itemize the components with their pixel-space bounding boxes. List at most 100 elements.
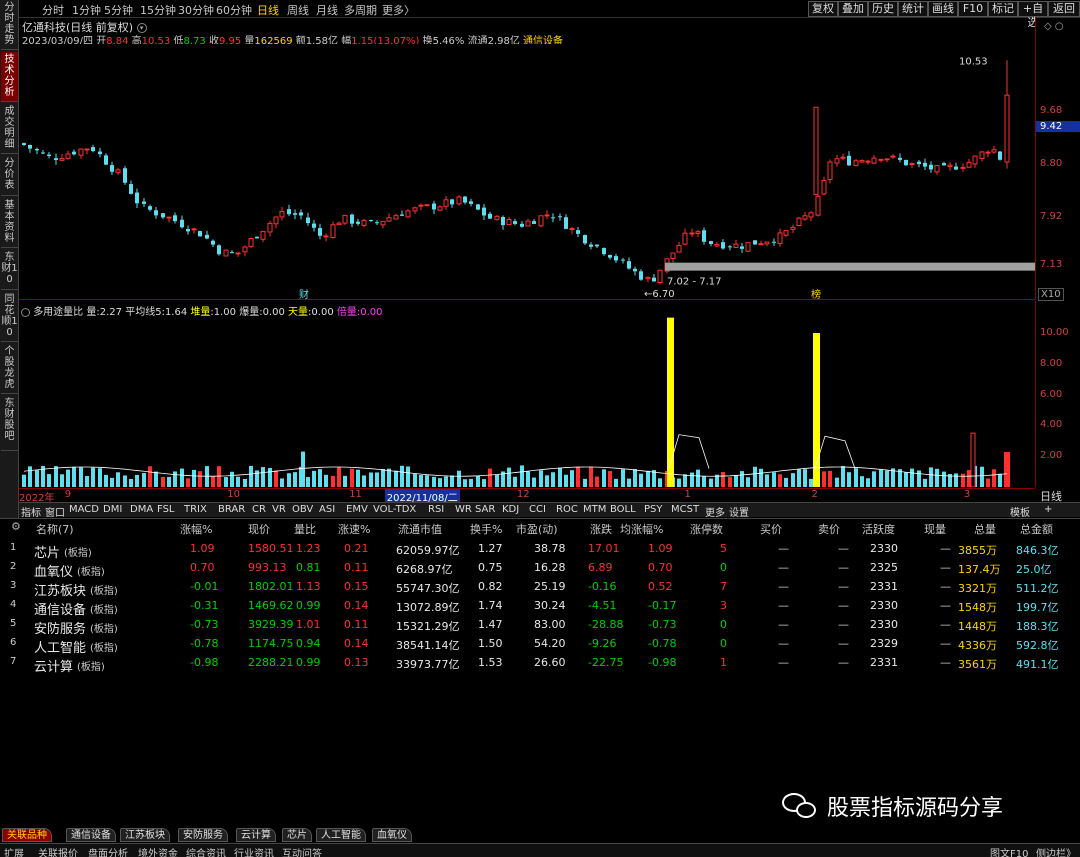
related-tab-1[interactable]: 通信设备: [66, 828, 116, 842]
related-tab-2[interactable]: 江苏板块: [120, 828, 170, 842]
indicator-tab-7[interactable]: BRAR: [218, 504, 245, 515]
left-tab-7[interactable]: 个股龙虎: [1, 344, 18, 394]
table-row[interactable]: 1 芯片 (板指) 1.09 1580.51 1.23 0.21 62059.97亿 1.27 3…: [0, 540, 1080, 561]
period-tab-5[interactable]: 60分钟: [216, 2, 252, 18]
indicator-tab-20[interactable]: MTM: [583, 504, 606, 515]
toolbar-button-7[interactable]: +自选: [1018, 1, 1048, 29]
left-tab-4[interactable]: 基本资料: [1, 198, 18, 248]
toolbar-button-4[interactable]: 画线: [928, 1, 958, 17]
column-header-15[interactable]: 总量: [974, 521, 996, 537]
indicator-tab-19[interactable]: ROC: [556, 504, 578, 515]
left-tab-5[interactable]: 东财10: [1, 250, 18, 290]
column-header-16[interactable]: 总金额: [1020, 521, 1053, 537]
indicator-tab-21[interactable]: BOLL: [610, 504, 636, 515]
period-tab-7[interactable]: 周线: [287, 2, 309, 18]
column-header-7[interactable]: 市盈(动): [516, 521, 558, 537]
indicator-tab-9[interactable]: VR: [272, 504, 286, 515]
indicator-tab-14[interactable]: RSI: [428, 504, 444, 515]
table-row[interactable]: 4 通信设备 (板指) -0.31 1469.62 0.99 0.14 13072.89亿 1.…: [0, 597, 1080, 618]
column-header-9[interactable]: 均涨幅%: [620, 521, 663, 537]
column-header-14[interactable]: 现量: [924, 521, 946, 537]
indicator-tab-25[interactable]: 设置: [729, 504, 749, 519]
column-header-4[interactable]: 涨速%: [338, 521, 370, 537]
left-tab-0[interactable]: 分时走势: [1, 0, 18, 50]
column-header-2[interactable]: 现价: [248, 521, 270, 537]
event-mark-bang[interactable]: 榜: [811, 288, 821, 301]
toolbar-button-5[interactable]: F10: [958, 1, 988, 17]
status-tab-3[interactable]: 境外资金: [138, 845, 178, 857]
indicator-tab-16[interactable]: SAR: [475, 504, 495, 515]
indicator-tab-15[interactable]: WR: [455, 504, 472, 515]
left-tab-6[interactable]: 同花顺10: [1, 292, 18, 342]
table-row[interactable]: 5 安防服务 (板指) -0.73 3929.39 1.01 0.11 15321.29亿 1.…: [0, 616, 1080, 637]
status-tab-5[interactable]: 行业资讯: [234, 845, 274, 857]
period-tab-4[interactable]: 30分钟: [178, 2, 214, 18]
f10-button[interactable]: 图文F10: [990, 845, 1028, 857]
left-tab-2[interactable]: 成交明细: [1, 104, 18, 154]
indicator-tab-1[interactable]: 窗口: [45, 504, 65, 519]
column-header-8[interactable]: 涨跌: [590, 521, 612, 537]
related-tab-7[interactable]: 血氧仪: [372, 828, 412, 842]
column-header-10[interactable]: 涨停数: [690, 521, 723, 537]
zoom-level[interactable]: X10: [1038, 288, 1064, 301]
related-tab-5[interactable]: 芯片: [282, 828, 312, 842]
indicator-tab-18[interactable]: CCI: [529, 504, 546, 515]
table-row[interactable]: 6 人工智能 (板指) -0.78 1174.75 0.94 0.14 38541.14亿 1.…: [0, 635, 1080, 656]
toolbar-button-1[interactable]: 叠加: [838, 1, 868, 17]
table-row[interactable]: 7 云计算 (板指) -0.98 2288.21 0.99 0.13 33973.77亿 1.5…: [0, 654, 1080, 675]
indicator-tab-23[interactable]: MCST: [671, 504, 699, 515]
column-header-3[interactable]: 量比: [294, 521, 316, 537]
column-header-13[interactable]: 活跃度: [862, 521, 895, 537]
indicator-name[interactable]: 多用途量比: [33, 307, 83, 318]
left-tab-1[interactable]: 技术分析: [1, 52, 18, 102]
status-tab-0[interactable]: 扩展: [4, 845, 24, 857]
column-header-6[interactable]: 换手%: [470, 521, 502, 537]
toolbar-button-8[interactable]: 返回: [1048, 1, 1080, 17]
period-tab-6[interactable]: 日线: [257, 2, 279, 18]
indicator-tab-8[interactable]: CR: [252, 504, 266, 515]
kline-chart[interactable]: 10.53 ←6.70 7.02 - 7.17 财 榜: [19, 44, 1035, 301]
indicator-tab-6[interactable]: TRIX: [184, 504, 207, 515]
indicator-tab-5[interactable]: FSL: [157, 504, 175, 515]
period-tab-8[interactable]: 月线: [316, 2, 338, 18]
event-mark-cai[interactable]: 财: [299, 288, 309, 301]
add-indicator-button[interactable]: +: [1044, 504, 1052, 515]
indicator-tab-0[interactable]: 指标: [21, 504, 41, 519]
indicator-tab-3[interactable]: DMI: [103, 504, 122, 515]
column-header-11[interactable]: 买价: [760, 521, 782, 537]
left-tab-3[interactable]: 分价表: [1, 156, 18, 196]
period-tab-0[interactable]: 分时: [42, 2, 64, 18]
status-tab-2[interactable]: 盘面分析: [88, 845, 128, 857]
column-header-1[interactable]: 涨幅%: [180, 521, 212, 537]
toolbar-button-6[interactable]: 标记: [988, 1, 1018, 17]
toolbar-button-0[interactable]: 复权: [808, 1, 838, 17]
indicator-tab-24[interactable]: 更多: [705, 504, 725, 519]
chart-corner-diamond-icon[interactable]: ◇ ○: [1044, 21, 1064, 32]
status-tab-6[interactable]: 互动问答: [282, 845, 322, 857]
column-header-0[interactable]: 名称(7): [36, 521, 74, 537]
sidebar-toggle[interactable]: 侧边栏》: [1036, 845, 1076, 857]
related-tab-0[interactable]: 关联品种: [2, 828, 52, 842]
column-header-12[interactable]: 卖价: [818, 521, 840, 537]
table-row[interactable]: 3 江苏板块 (板指) -0.01 1802.01 1.13 0.15 55747.30亿 0.…: [0, 578, 1080, 599]
period-tab-3[interactable]: 15分钟: [140, 2, 176, 18]
related-tab-4[interactable]: 云计算: [236, 828, 276, 842]
toolbar-button-3[interactable]: 统计: [898, 1, 928, 17]
left-tab-8[interactable]: 东财股吧: [1, 396, 18, 451]
indicator-tab-13[interactable]: VOL-TDX: [373, 504, 416, 515]
indicator-tab-4[interactable]: DMA: [130, 504, 153, 515]
volume-ratio-chart[interactable]: 多用途量比 量:2.27 平均线5:1.64 堆量:1.00 爆量:0.00 天…: [19, 301, 1035, 488]
indicator-tab-10[interactable]: OBV: [292, 504, 313, 515]
table-row[interactable]: 2 血氧仪 (板指) 0.70 993.13 0.81 0.11 6268.97亿 0.75 16…: [0, 559, 1080, 580]
indicator-tab-11[interactable]: ASI: [319, 504, 335, 515]
indicator-tab-22[interactable]: PSY: [644, 504, 663, 515]
gear-icon[interactable]: ⚙: [11, 520, 21, 533]
toolbar-button-2[interactable]: 历史: [868, 1, 898, 17]
indicator-settings-icon[interactable]: [21, 307, 30, 317]
related-tab-6[interactable]: 人工智能: [316, 828, 366, 842]
template-button[interactable]: 模板: [1010, 504, 1030, 519]
status-tab-4[interactable]: 综合资讯: [186, 845, 226, 857]
indicator-tab-12[interactable]: EMV: [346, 504, 368, 515]
indicator-tab-17[interactable]: KDJ: [502, 504, 519, 515]
period-tab-2[interactable]: 5分钟: [104, 2, 133, 18]
